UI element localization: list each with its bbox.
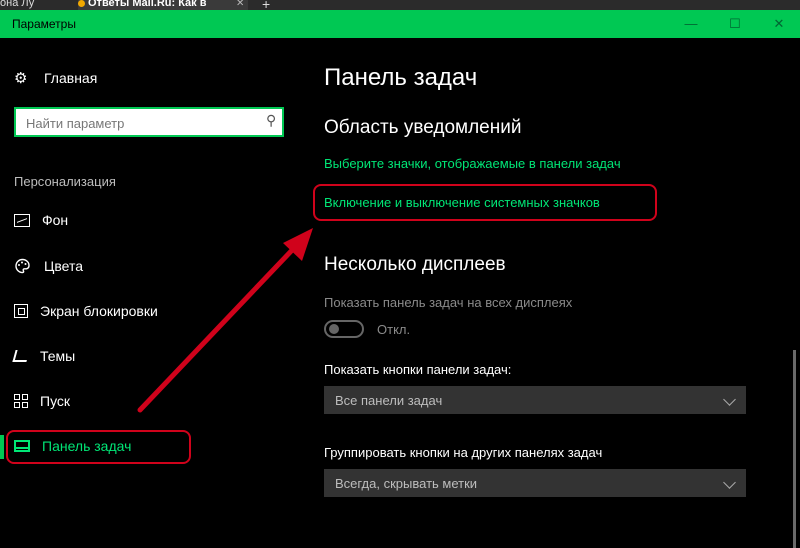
lock-screen-icon	[14, 304, 28, 318]
sidebar-item-label: Пуск	[40, 393, 71, 409]
taskbar-buttons-dropdown[interactable]: Все панели задач	[324, 386, 746, 414]
tab-close-icon[interactable]: ✕	[236, 0, 244, 9]
annotation-highlight-taskbar	[6, 430, 191, 464]
sidebar-item-start[interactable]: Пуск	[14, 390, 70, 412]
chevron-down-icon	[723, 393, 736, 406]
sidebar-item-themes[interactable]: Темы	[12, 345, 76, 367]
settings-content: Панель задач Область уведомлений Выберит…	[300, 38, 800, 548]
search-box[interactable]: ⚲	[14, 107, 284, 137]
theme-brush-icon	[12, 350, 30, 362]
sidebar-item-label: Экран блокировки	[40, 303, 158, 319]
annotation-highlight-link	[313, 184, 657, 221]
browser-tab[interactable]: она Лу	[0, 0, 68, 10]
search-input[interactable]	[24, 113, 256, 133]
sidebar-item-label: Цвета	[44, 258, 83, 274]
maximize-icon[interactable]: ☐	[720, 14, 750, 34]
content-scrollbar[interactable]	[793, 350, 796, 548]
plus-icon[interactable]: +	[262, 0, 270, 10]
taskbar-buttons-label: Показать кнопки панели задач:	[324, 362, 512, 377]
home-nav-item[interactable]: ⚙ Главная	[14, 68, 97, 88]
dropdown-value: Все панели задач	[335, 393, 443, 408]
show-all-displays-toggle[interactable]	[324, 320, 364, 338]
active-indicator	[0, 435, 4, 459]
browser-tab-title: Ответы Mail.Ru: Как в	[88, 0, 207, 9]
group-buttons-label: Группировать кнопки на других панелях за…	[324, 445, 603, 460]
picture-icon	[14, 213, 30, 227]
sidebar-item-label: Фон	[42, 212, 69, 228]
show-all-displays-label: Показать панель задач на всех дисплеях	[324, 295, 573, 310]
gear-icon: ⚙	[14, 70, 28, 87]
dropdown-value: Всегда, скрывать метки	[335, 476, 478, 491]
home-label: Главная	[44, 70, 98, 86]
chevron-down-icon	[723, 476, 736, 489]
close-icon[interactable]: ✕	[764, 14, 794, 34]
palette-icon	[14, 258, 32, 274]
start-grid-icon	[14, 394, 28, 408]
notifications-heading: Область уведомлений	[324, 117, 522, 138]
window-title: Параметры	[12, 17, 76, 31]
multi-display-heading: Несколько дисплеев	[324, 254, 506, 275]
select-icons-link[interactable]: Выберите значки, отображаемые в панели з…	[324, 156, 621, 171]
browser-tab-active[interactable]: Ответы Mail.Ru: Как в	[78, 0, 248, 10]
group-buttons-dropdown[interactable]: Всегда, скрывать метки	[324, 469, 746, 497]
browser-tab-strip: она Лу Ответы Mail.Ru: Как в ✕ +	[0, 0, 800, 10]
sidebar-item-lock-screen[interactable]: Экран блокировки	[14, 300, 158, 322]
sidebar-item-label: Темы	[40, 348, 76, 364]
sidebar-item-colors[interactable]: Цвета	[14, 255, 83, 277]
toggle-knob	[329, 324, 339, 334]
settings-sidebar: ⚙ Главная ⚲ Персонализация Фон Цвета Экр…	[0, 38, 300, 548]
section-heading: Персонализация	[14, 174, 116, 189]
window-titlebar: Параметры — ☐ ✕	[0, 10, 800, 38]
mail-ru-favicon-icon	[78, 0, 85, 7]
sidebar-item-background[interactable]: Фон	[14, 209, 68, 231]
toggle-state: Откл.	[377, 322, 411, 337]
search-icon[interactable]: ⚲	[266, 112, 276, 129]
minimize-icon[interactable]: —	[676, 14, 706, 34]
page-title: Панель задач	[324, 64, 478, 91]
